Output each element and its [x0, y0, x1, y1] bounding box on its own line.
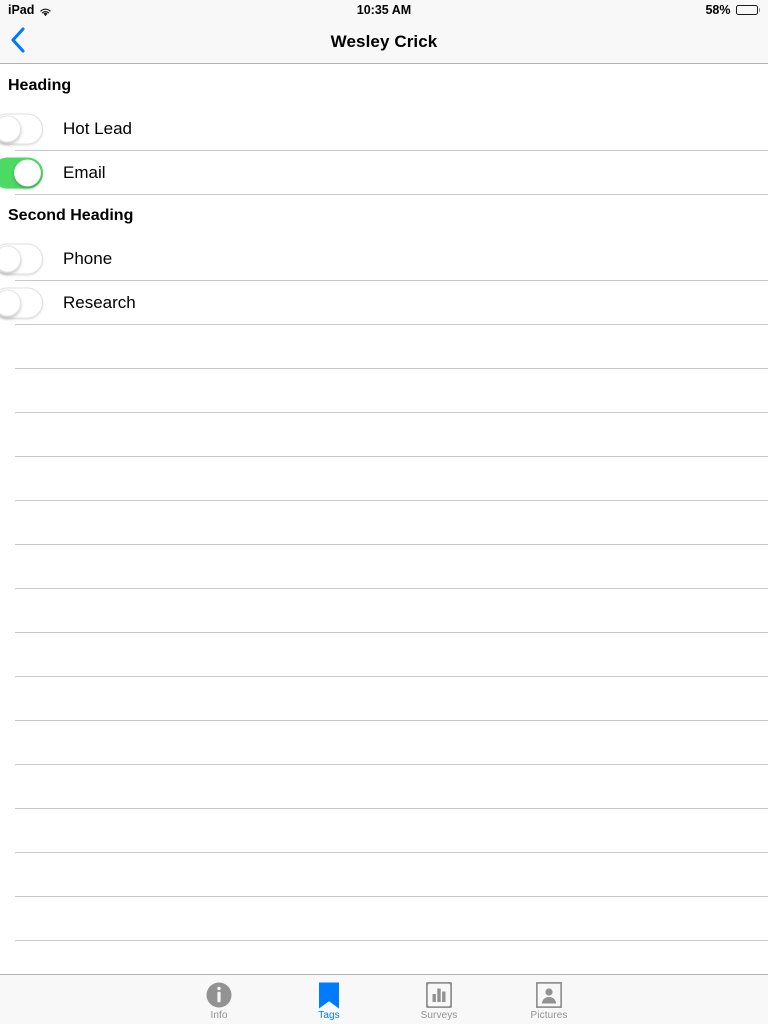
empty-table-row [0, 369, 768, 413]
section-header-1: Heading [8, 77, 72, 94]
bar-chart-icon [426, 982, 452, 1009]
settings-table: Heading Hot Lead Email Second Heading Ph… [0, 65, 768, 985]
tab-bar: Info Tags Surveys Pictures [0, 974, 768, 1024]
tab-label: Tags [318, 1009, 340, 1021]
toggle-research[interactable] [0, 287, 43, 319]
status-bar-clock: 10:35 AM [356, 3, 412, 17]
ipad-screen: iPad 10:35 AM 58% Wesley Crick Heading H… [0, 0, 768, 1024]
toggle-phone[interactable] [0, 243, 43, 275]
status-bar-right: 58% [705, 3, 760, 17]
toggle-knob [0, 115, 21, 143]
table-row[interactable]: Hot Lead [0, 107, 768, 151]
info-circle-icon [206, 982, 232, 1009]
picture-person-icon [536, 982, 562, 1009]
page-title: Wesley Crick [330, 32, 438, 51]
section-header-2: Second Heading [8, 207, 134, 224]
row-label: Email [63, 163, 106, 182]
toggle-knob [0, 289, 21, 317]
row-label: Hot Lead [63, 119, 132, 138]
tab-pictures[interactable]: Pictures [494, 975, 604, 1024]
table-row[interactable]: Email [0, 151, 768, 195]
tab-label: Pictures [530, 1009, 568, 1021]
toggle-hot-lead[interactable] [0, 113, 43, 145]
empty-table-row [0, 501, 768, 545]
empty-table-row [0, 853, 768, 897]
empty-table-row [0, 545, 768, 589]
empty-table-row [0, 413, 768, 457]
battery-percent-label: 58% [705, 3, 731, 17]
empty-table-row [0, 325, 768, 369]
empty-table-row [0, 633, 768, 677]
empty-rows-container [0, 325, 768, 985]
tab-label: Info [210, 1009, 228, 1021]
empty-table-row [0, 897, 768, 941]
table-row[interactable]: Phone [0, 237, 768, 281]
tab-info[interactable]: Info [164, 975, 274, 1024]
toggle-email[interactable] [0, 157, 43, 189]
empty-table-row [0, 589, 768, 633]
empty-table-row [0, 721, 768, 765]
row-label: Phone [63, 249, 113, 268]
navigation-bar: Wesley Crick [0, 20, 768, 64]
empty-table-row [0, 765, 768, 809]
tab-tags[interactable]: Tags [274, 975, 384, 1024]
battery-icon [735, 5, 760, 15]
toggle-knob [0, 245, 21, 273]
empty-table-row [0, 677, 768, 721]
toggle-knob [14, 159, 41, 187]
tab-surveys[interactable]: Surveys [384, 975, 494, 1024]
table-row[interactable]: Research [0, 281, 768, 325]
bookmark-icon [316, 982, 342, 1009]
empty-table-row [0, 809, 768, 853]
status-bar: iPad 10:35 AM 58% [0, 0, 768, 20]
empty-table-row [0, 457, 768, 501]
tab-label: Surveys [420, 1009, 458, 1021]
row-label: Research [63, 293, 136, 312]
